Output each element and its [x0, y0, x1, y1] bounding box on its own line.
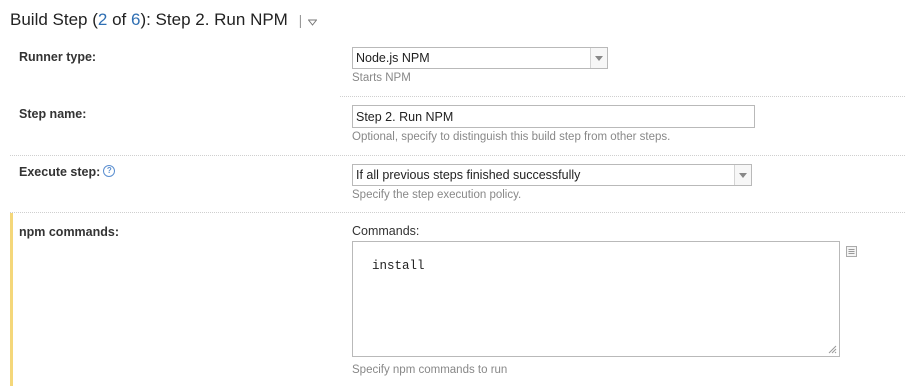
page-title: Build Step (2 of 6): Step 2. Run NPM | [10, 9, 318, 32]
chevron-down-icon[interactable] [734, 165, 751, 185]
execute-step-label: Execute step: [19, 165, 101, 179]
execute-step-value: If all previous steps finished successfu… [356, 168, 581, 182]
divider [10, 212, 905, 213]
step-name-label: Step name: [19, 107, 87, 121]
npm-commands-note: Specify npm commands to run [352, 364, 508, 376]
current-step-link[interactable]: 2 [98, 10, 107, 29]
runner-type-value: Node.js NPM [356, 51, 430, 65]
commands-textarea[interactable]: install [352, 241, 840, 357]
execute-step-label-wrap: Execute step:? [19, 165, 116, 179]
divider [10, 155, 905, 156]
commands-label: Commands: [352, 224, 420, 238]
commands-value: install [372, 259, 425, 273]
title-of: of [107, 10, 131, 29]
title-suffix: ): Step 2. Run NPM [140, 10, 288, 29]
step-name-note: Optional, specify to distinguish this bu… [352, 131, 671, 143]
highlight-bar [10, 213, 13, 386]
divider [340, 96, 905, 97]
runner-type-label: Runner type: [19, 50, 97, 64]
step-name-input[interactable] [352, 105, 755, 128]
resize-grip-icon[interactable] [827, 344, 837, 354]
title-prefix: Build Step ( [10, 10, 98, 29]
execute-step-note: Specify the step execution policy. [352, 189, 522, 201]
question-circle-icon[interactable]: ? [103, 165, 116, 177]
chevron-down-icon[interactable] [590, 48, 607, 68]
expand-editor-icon[interactable] [846, 246, 857, 257]
triangle-down-icon[interactable] [307, 10, 318, 32]
execute-step-select[interactable]: If all previous steps finished successfu… [352, 164, 752, 186]
title-separator: | [298, 12, 303, 28]
runner-type-select[interactable]: Node.js NPM [352, 47, 608, 69]
runner-type-note: Starts NPM [352, 72, 411, 84]
npm-commands-label: npm commands: [19, 225, 120, 239]
